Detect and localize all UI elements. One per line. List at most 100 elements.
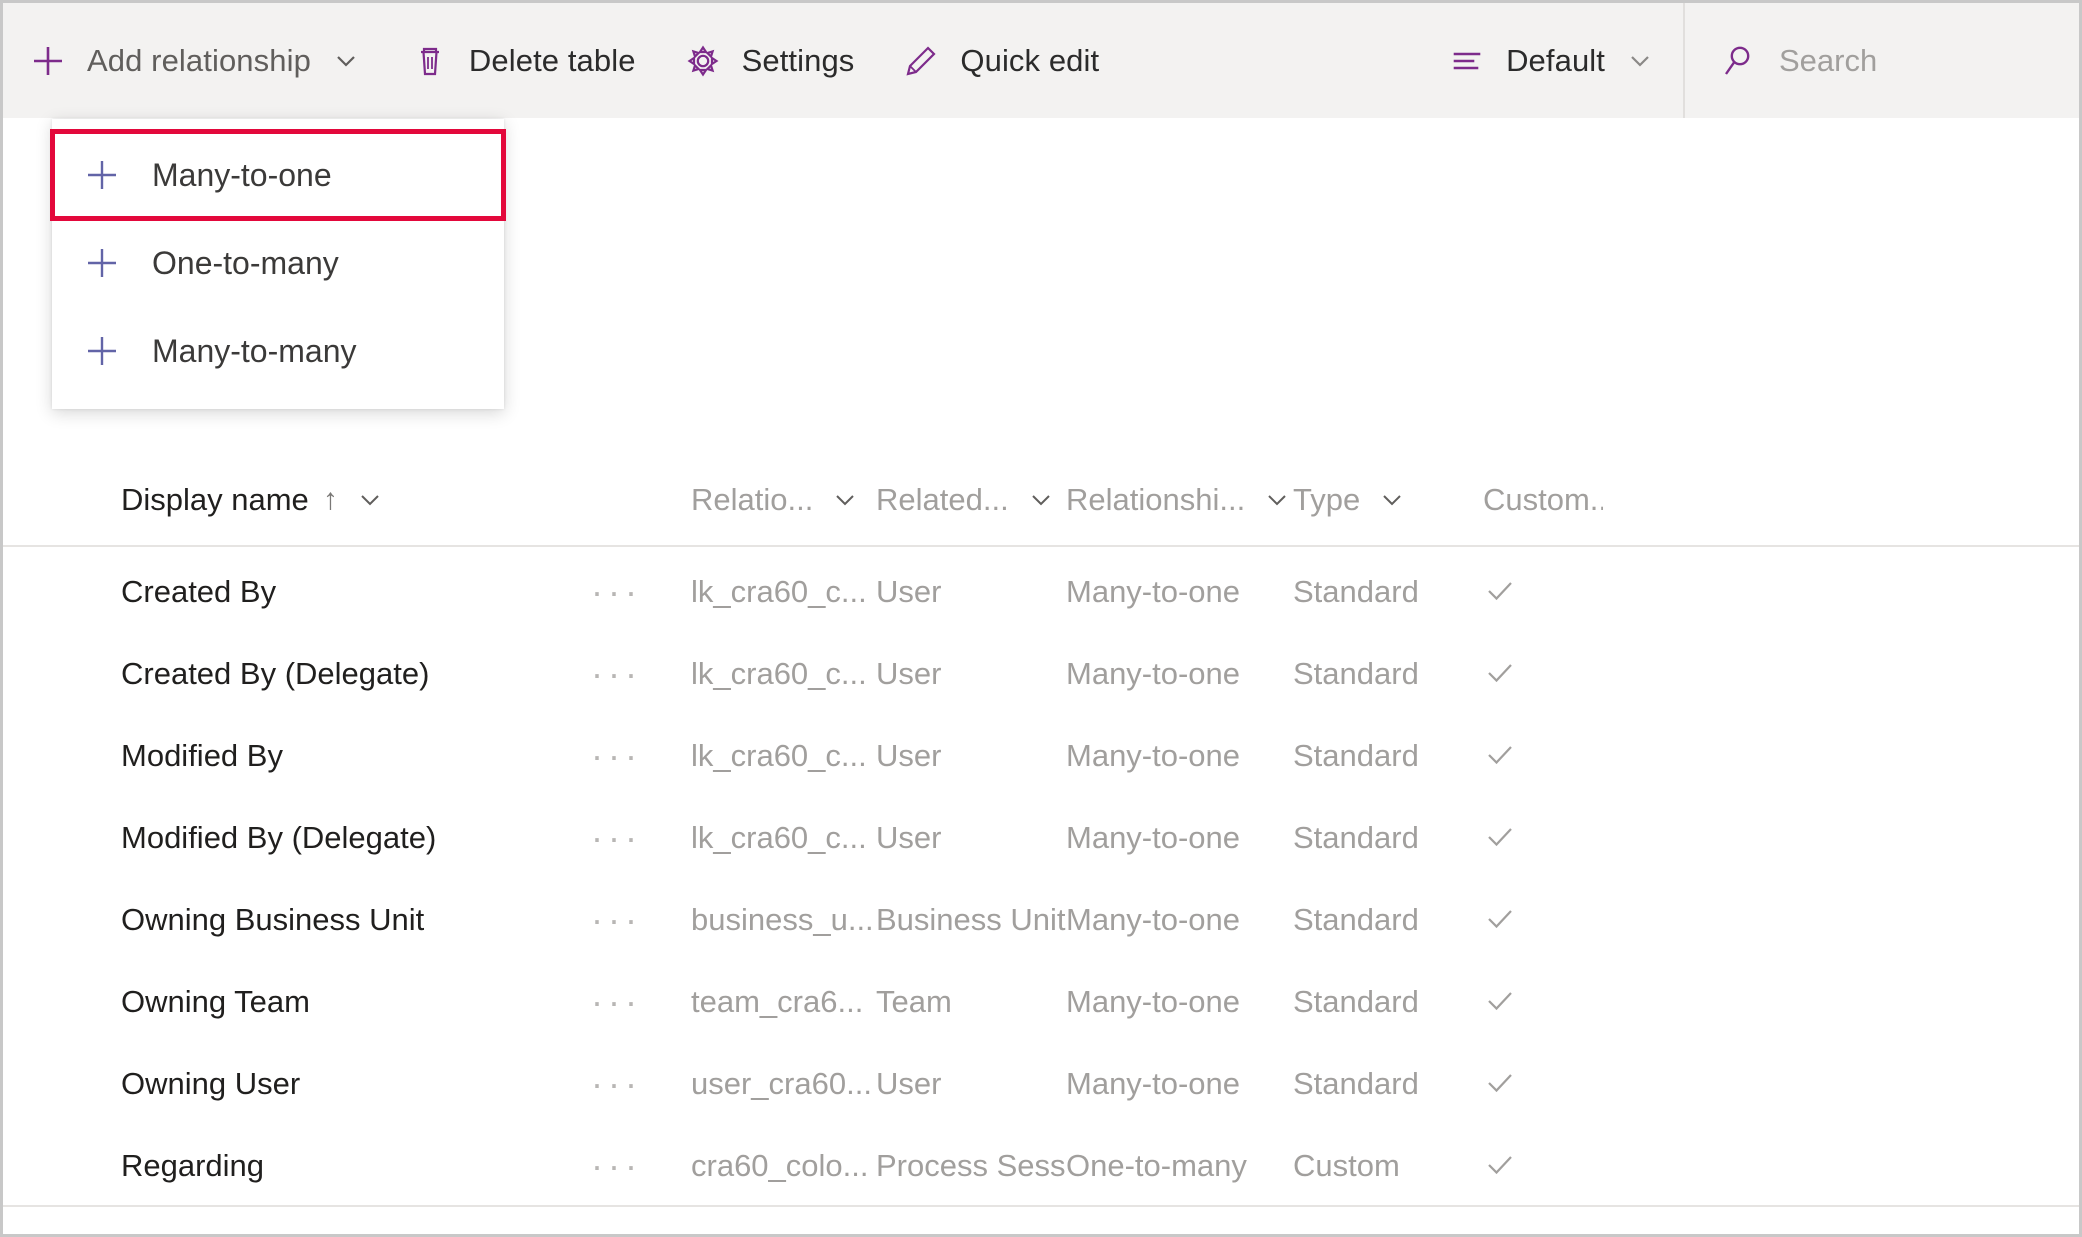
grid-header-row: Display name ↑ Relatio... Related... Rel… [3,455,2079,547]
table-row[interactable]: Created By (Delegate) ··· lk_cra60_c... Use… [3,633,2079,715]
menu-item-many-to-many[interactable]: Many-to-many [52,307,504,395]
column-header-display-name[interactable]: Display name ↑ [121,482,591,518]
chevron-down-icon[interactable] [354,484,386,516]
row-overflow-menu-icon[interactable]: ··· [591,1145,691,1187]
chevron-down-icon[interactable] [1376,484,1408,516]
chevron-down-icon[interactable] [1623,44,1657,78]
settings-label: Settings [741,42,855,78]
cell-related-table: User [876,820,942,855]
check-icon [1483,820,1519,856]
column-header-display-name-label: Display name [121,482,309,517]
check-icon [1483,984,1519,1020]
plus-icon [80,241,124,285]
cell-display-name: Modified By [121,738,283,773]
cell-relationship-name: team_cra6... [691,984,864,1019]
table-row[interactable]: Modified By (Delegate) ··· lk_cra60_c... Us… [3,797,2079,879]
delete-table-button[interactable]: Delete table [385,3,658,118]
row-overflow-menu-icon[interactable]: ··· [591,735,691,777]
cell-relationship-type: Many-to-one [1066,738,1241,773]
cell-type: Standard [1293,656,1419,691]
search-input[interactable]: Search [1683,3,2079,118]
row-overflow-menu-icon[interactable]: ··· [591,817,691,859]
command-bar-spacer [1121,3,1430,118]
chevron-down-icon[interactable] [829,484,861,516]
gear-icon [680,38,726,84]
table-row[interactable]: Created By ··· lk_cra60_c... User Many-to-on… [3,551,2079,633]
column-header-related-table[interactable]: Related... [876,482,1066,518]
quick-edit-button[interactable]: Quick edit [876,3,1121,118]
cell-relationship-name: lk_cra60_c... [691,738,867,773]
column-header-relationship-type[interactable]: Relationshi... [1066,482,1293,518]
delete-table-label: Delete table [468,42,636,78]
column-header-related-table-label: Related... [876,482,1009,517]
cell-type: Standard [1293,574,1419,609]
add-relationship-label: Add relationship [87,42,311,78]
column-header-relationship-name[interactable]: Relatio... [691,482,876,518]
check-icon [1483,1148,1519,1184]
cell-type: Standard [1293,1066,1419,1101]
column-header-type-label: Type [1293,482,1361,517]
add-relationship-menu: Many-to-one One-to-many Many-to-many [50,119,506,409]
cell-relationship-name: lk_cra60_c... [691,820,867,855]
pencil-icon [898,38,944,84]
grid-bottom-divider [3,1205,2079,1207]
command-bar: Add relationship Delete table Settings Q… [3,3,2079,118]
table-row[interactable]: Owning User ··· user_cra60... User Many-to-o… [3,1043,2079,1125]
chevron-down-icon[interactable] [1025,484,1057,516]
cell-related-table: User [876,656,942,691]
app-window: Add relationship Delete table Settings Q… [0,0,2082,1237]
table-row[interactable]: Modified By ··· lk_cra60_c... User Many-to-o… [3,715,2079,797]
cell-relationship-name: user_cra60... [691,1066,872,1101]
search-placeholder: Search [1779,42,1878,78]
check-icon [1483,1066,1519,1102]
table-row[interactable]: Owning Team ··· team_cra6... Team Many-to-on… [3,961,2079,1043]
cell-relationship-name: lk_cra60_c... [691,656,867,691]
menu-item-one-to-many-label: One-to-many [152,244,339,281]
cell-customizable [1483,574,1603,610]
check-icon [1483,738,1519,774]
menu-item-many-to-one[interactable]: Many-to-one [50,129,506,221]
cell-type: Standard [1293,820,1419,855]
menu-item-one-to-many[interactable]: One-to-many [52,219,504,307]
cell-customizable [1483,1066,1603,1102]
cell-customizable [1483,656,1603,692]
menu-item-many-to-one-label: Many-to-one [152,156,332,193]
add-relationship-button[interactable]: Add relationship [3,3,385,118]
row-overflow-menu-icon[interactable]: ··· [591,653,691,695]
cell-relationship-type: Many-to-one [1066,902,1241,937]
cell-customizable [1483,1148,1603,1184]
cell-relationship-type: Many-to-one [1066,574,1241,609]
column-header-customizable[interactable]: Custom... [1483,482,1603,518]
sort-ascending-icon: ↑ [322,483,338,516]
column-header-type[interactable]: Type [1293,482,1483,518]
cell-customizable [1483,984,1603,1020]
cell-relationship-type: One-to-many [1066,1148,1247,1183]
row-overflow-menu-icon[interactable]: ··· [591,899,691,941]
cell-related-table: User [876,738,942,773]
cell-related-table: Business Unit [876,902,1066,937]
cell-relationship-type: Many-to-one [1066,1066,1241,1101]
cell-display-name: Modified By (Delegate) [121,820,437,855]
chevron-down-icon[interactable] [1261,484,1293,516]
row-overflow-menu-icon[interactable]: ··· [591,571,691,613]
menu-item-many-to-many-label: Many-to-many [152,332,357,369]
cell-relationship-name: lk_cra60_c... [691,574,867,609]
cell-related-table: Team [876,984,952,1019]
cell-relationship-type: Many-to-one [1066,984,1241,1019]
cell-relationship-type: Many-to-one [1066,820,1241,855]
cell-customizable [1483,902,1603,938]
plus-icon [80,329,124,373]
cell-customizable [1483,738,1603,774]
cell-type: Standard [1293,984,1419,1019]
row-overflow-menu-icon[interactable]: ··· [591,981,691,1023]
cell-display-name: Created By [121,574,277,609]
view-selector-button[interactable]: Default [1430,3,1683,118]
row-overflow-menu-icon[interactable]: ··· [591,1063,691,1105]
table-row[interactable]: Owning Business Unit ··· business_u... Busi… [3,879,2079,961]
column-header-customizable-label: Custom... [1483,482,1603,517]
check-icon [1483,902,1519,938]
table-row[interactable]: Regarding ··· cra60_colo... Process Sessi On… [3,1125,2079,1207]
chevron-down-icon[interactable] [329,44,363,78]
cell-type: Custom [1293,1148,1400,1183]
settings-button[interactable]: Settings [658,3,877,118]
